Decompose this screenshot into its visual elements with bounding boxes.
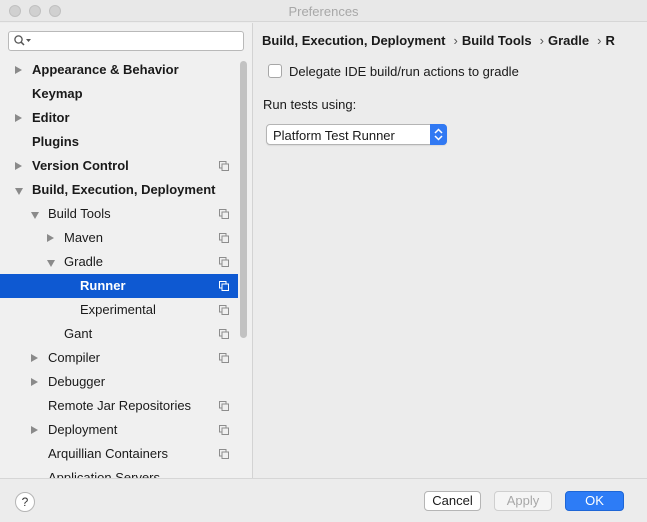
triangle-down-icon[interactable]	[47, 260, 55, 267]
tree-item-label: Experimental	[80, 302, 156, 317]
delegate-checkbox[interactable]	[268, 64, 282, 78]
tree-item[interactable]: Experimental	[0, 298, 252, 322]
tree-item[interactable]: Maven	[0, 226, 252, 250]
tree-item-label: Arquillian Containers	[48, 446, 168, 461]
tree-item-label: Editor	[32, 110, 70, 125]
run-tests-value: Platform Test Runner	[273, 128, 395, 143]
tree-item-label: Version Control	[32, 158, 129, 173]
breadcrumb-item[interactable]: Build, Execution, Deployment	[262, 33, 445, 48]
apply-button[interactable]: Apply	[494, 491, 552, 511]
tree-item-label: Deployment	[48, 422, 118, 437]
tree-item[interactable]: Build, Execution, Deployment	[0, 178, 252, 202]
breadcrumb-separator-icon: ›	[597, 33, 602, 48]
project-settings-icon	[219, 353, 229, 363]
delegate-checkbox-label[interactable]: Delegate IDE build/run actions to gradle	[289, 64, 519, 79]
tree-item-label: Build Tools	[48, 206, 111, 221]
project-settings-icon	[219, 257, 229, 267]
run-tests-label: Run tests using:	[263, 97, 357, 112]
chevron-up-down-icon[interactable]	[430, 124, 447, 145]
tree-item[interactable]: Deployment	[0, 418, 252, 442]
tree-item[interactable]: Keymap	[0, 82, 252, 106]
tree-item-label: Appearance & Behavior	[32, 62, 179, 77]
triangle-right-icon[interactable]	[47, 234, 54, 242]
tree-item[interactable]: Build Tools	[0, 202, 252, 226]
tree-item-label: Runner	[80, 278, 126, 293]
tree-item[interactable]: Remote Jar Repositories	[0, 394, 252, 418]
tree-item[interactable]: Editor	[0, 106, 252, 130]
triangle-down-icon[interactable]	[31, 212, 39, 219]
project-settings-icon	[219, 233, 229, 243]
project-settings-icon	[219, 425, 229, 435]
project-settings-icon	[219, 209, 229, 219]
tree-item[interactable]: Gradle	[0, 250, 252, 274]
breadcrumb-item[interactable]: R	[606, 33, 615, 48]
tree-item[interactable]: Arquillian Containers	[0, 442, 252, 466]
breadcrumb: Build, Execution, Deployment › Build Tools…	[262, 33, 619, 48]
project-settings-icon	[219, 329, 229, 339]
tree-item-label: Build, Execution, Deployment	[32, 182, 216, 197]
title-bar: Preferences	[0, 0, 647, 22]
triangle-right-icon[interactable]	[31, 426, 38, 434]
project-settings-icon	[219, 401, 229, 411]
tree-item-label: Application Servers	[48, 470, 160, 478]
tree-item[interactable]: Runner	[0, 274, 238, 298]
cancel-button[interactable]: Cancel	[424, 491, 481, 511]
project-settings-icon	[219, 449, 229, 459]
sidebar-scrollbar[interactable]	[240, 61, 247, 338]
tree-item-label: Maven	[64, 230, 104, 245]
ok-button[interactable]: OK	[565, 491, 624, 511]
tree-item[interactable]: Application Servers	[0, 466, 252, 478]
project-settings-icon	[219, 281, 229, 291]
search-input[interactable]	[8, 31, 244, 51]
dialog-footer: ? Cancel Apply OK	[0, 478, 647, 522]
tree-item[interactable]: Version Control	[0, 154, 252, 178]
window-title: Preferences	[288, 4, 359, 19]
triangle-right-icon[interactable]	[15, 66, 22, 74]
triangle-right-icon[interactable]	[31, 354, 38, 362]
settings-content: Build, Execution, Deployment › Build Tools…	[254, 23, 647, 478]
tree-item[interactable]: Appearance & Behavior	[0, 58, 252, 82]
tree-item-label: Gradle	[64, 254, 104, 269]
tree-item[interactable]: Compiler	[0, 346, 252, 370]
help-button[interactable]: ?	[15, 492, 35, 512]
breadcrumb-separator-icon: ›	[453, 33, 458, 48]
tree-item[interactable]: Debugger	[0, 370, 252, 394]
settings-tree: Appearance & Behavior Keymap Editor Plugins…	[0, 58, 252, 478]
breadcrumb-item[interactable]: Build Tools	[462, 33, 532, 48]
tree-item[interactable]: Plugins	[0, 130, 252, 154]
search-dropdown-icon[interactable]	[13, 34, 33, 48]
tree-item-label: Keymap	[32, 86, 83, 101]
tree-item-label: Remote Jar Repositories	[48, 398, 192, 413]
project-settings-icon	[219, 305, 229, 315]
triangle-right-icon[interactable]	[31, 378, 38, 386]
breadcrumb-item[interactable]: Gradle	[548, 33, 589, 48]
tree-item-label: Compiler	[48, 350, 101, 365]
run-tests-select[interactable]: Platform Test Runner	[266, 124, 447, 145]
triangle-right-icon[interactable]	[15, 162, 22, 170]
settings-sidebar: Appearance & Behavior Keymap Editor Plugins…	[0, 23, 253, 478]
project-settings-icon	[219, 161, 229, 171]
tree-item-label: Debugger	[48, 374, 106, 389]
triangle-down-icon[interactable]	[15, 188, 23, 195]
breadcrumb-separator-icon: ›	[539, 33, 544, 48]
tree-item-label: Plugins	[32, 134, 79, 149]
tree-item-label: Gant	[64, 326, 93, 341]
triangle-right-icon[interactable]	[15, 114, 22, 122]
tree-item[interactable]: Gant	[0, 322, 252, 346]
